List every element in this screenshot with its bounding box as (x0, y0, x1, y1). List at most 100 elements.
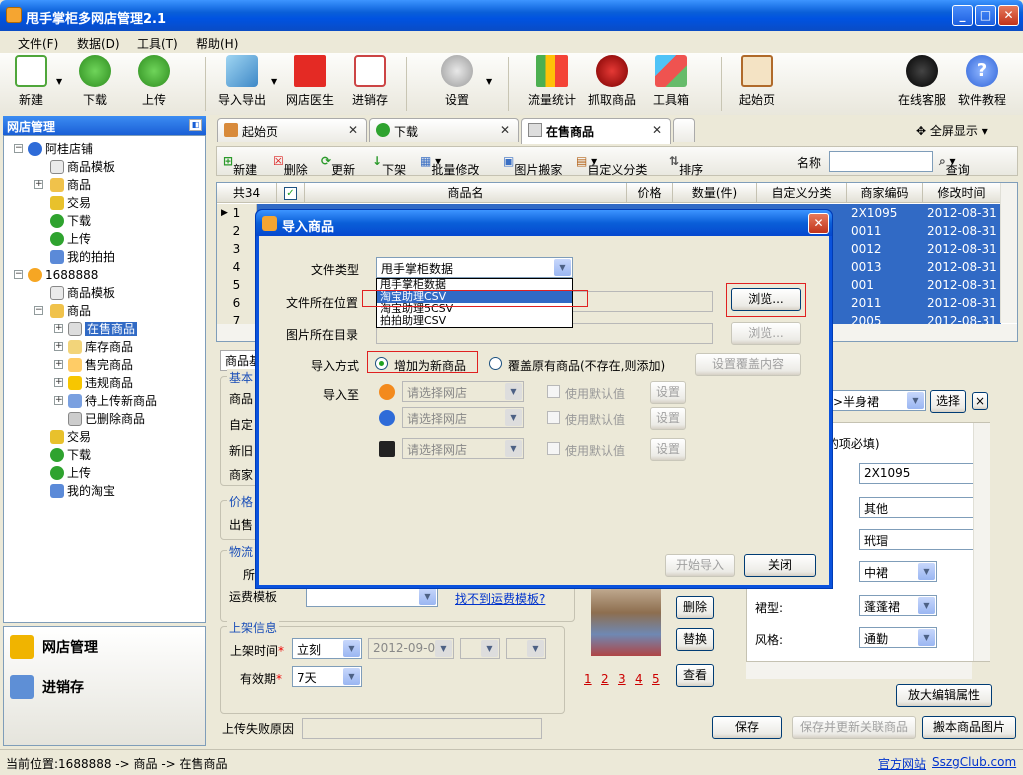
browse-image-dir-button[interactable]: 浏览... (731, 322, 801, 345)
dialog-close-icon[interactable]: ✕ (808, 213, 829, 234)
image-view-button[interactable]: 查看 (676, 664, 714, 687)
mode-add-label[interactable]: 增加为新商品 (394, 357, 466, 374)
tree-expander[interactable]: + (54, 396, 63, 405)
prop-skirt-type-select[interactable]: 蓬蓬裙 ▼ (859, 595, 937, 616)
find-template-link[interactable]: 找不到运费模板? (455, 590, 545, 607)
image-page-1[interactable]: 1 (584, 672, 592, 686)
listing-hour-select[interactable]: ▼ (460, 638, 500, 659)
traffic-stats-button[interactable]: 流量统计 (527, 55, 577, 108)
tree-node-products[interactable]: 商品 (50, 176, 91, 194)
settings-dropdown-arrow[interactable]: ▼ (486, 77, 492, 86)
product-image[interactable] (591, 584, 661, 656)
option-paipai-csv[interactable]: 拍拍助理CSV (377, 315, 572, 327)
grid-header-category[interactable]: 自定义分类 (757, 183, 847, 203)
new-product-button[interactable]: ⊞ 新建 (223, 154, 257, 177)
listing-minute-select[interactable]: ▼ (506, 638, 546, 659)
minimize-button[interactable]: _ (952, 5, 973, 26)
tree-expander[interactable]: + (54, 360, 63, 369)
overwrite-settings-button[interactable]: 设置覆盖内容 (695, 353, 801, 376)
mode-overwrite-radio[interactable] (489, 357, 502, 370)
collapse-pane-icon[interactable]: ◧ (189, 119, 202, 131)
inventory-button[interactable]: 进销存 (349, 55, 391, 108)
update-button[interactable]: ⟳ 更新 (321, 154, 355, 177)
close-tab-icon[interactable]: ✕ (652, 123, 662, 137)
grid-header-qty[interactable]: 数量(件) (673, 183, 757, 203)
delist-button[interactable]: ↓ 下架 (372, 154, 406, 177)
image-page-3[interactable]: 3 (618, 672, 626, 686)
set-button-3[interactable]: 设置 (650, 438, 686, 461)
image-move-button[interactable]: ▣ 图片搬家 (503, 154, 562, 177)
tree-node-upload[interactable]: 上传 (50, 230, 91, 248)
close-tab-icon[interactable]: ✕ (348, 123, 358, 137)
set-button-1[interactable]: 设置 (650, 381, 686, 404)
import-export-button[interactable]: 导入导出 (216, 55, 268, 108)
choose-category-button[interactable]: 选择 (930, 390, 966, 413)
valid-period-select[interactable]: 7天 ▼ (292, 666, 362, 687)
tree-expander[interactable]: − (14, 144, 23, 153)
save-update-related-button[interactable]: 保存并更新关联商品 (792, 716, 916, 739)
image-replace-button[interactable]: 替换 (676, 628, 714, 651)
close-tab-icon[interactable]: ✕ (500, 123, 510, 137)
target-shop-select-3[interactable]: 请选择网店 ▼ (402, 438, 524, 459)
image-page-5[interactable]: 5 (652, 672, 660, 686)
tree-expander[interactable]: + (54, 342, 63, 351)
tree-node-deleted[interactable]: 已删除商品 (68, 410, 145, 428)
batch-edit-button[interactable]: ▦ 批量修改 ▾ (420, 154, 479, 177)
image-page-2[interactable]: 2 (601, 672, 609, 686)
tree-node-inventory[interactable]: 库存商品 (68, 338, 133, 356)
tree-node-my-taobao[interactable]: 我的淘宝 (50, 482, 115, 500)
tab-start-page[interactable]: 起始页 ✕ (217, 118, 367, 142)
new-button[interactable]: 新建 (14, 55, 48, 108)
tree-node-sold-out[interactable]: 售完商品 (68, 356, 133, 374)
target-shop-select-2[interactable]: 请选择网店 ▼ (402, 407, 524, 428)
use-default-checkbox-2[interactable] (547, 411, 560, 424)
tree-node-shop-taobao[interactable]: 1688888 (28, 266, 98, 284)
grab-products-button[interactable]: 抓取商品 (587, 55, 637, 108)
settings-button[interactable]: 设置 (440, 55, 474, 108)
tree-node-products[interactable]: 商品 (50, 302, 91, 320)
upload-button[interactable]: 上传 (137, 55, 171, 108)
close-window-button[interactable]: ✕ (998, 5, 1019, 26)
prop-code-input[interactable]: 2X1095 (859, 463, 975, 484)
prop-other-input[interactable]: 其他 (859, 497, 975, 518)
tree-expander[interactable]: + (54, 324, 63, 333)
start-page-button[interactable]: 起始页 (738, 55, 776, 108)
tab-download[interactable]: 下载 ✕ (369, 118, 519, 142)
mode-add-radio[interactable] (375, 357, 388, 370)
fullscreen-button[interactable]: ✥ 全屏显示 ▾ (916, 122, 988, 139)
grid-vscroll[interactable] (1000, 183, 1017, 323)
tutorial-button[interactable]: ? 软件教程 (956, 55, 1008, 108)
tree-node-download[interactable]: 下载 (50, 212, 91, 230)
import-export-dropdown-arrow[interactable]: ▼ (271, 77, 277, 86)
grid-header-checkbox[interactable]: ✓ (277, 183, 305, 203)
shipping-template-select[interactable]: ▼ (306, 586, 438, 607)
grid-header-time[interactable]: 修改时间 (923, 183, 1001, 203)
mode-overwrite-label[interactable]: 覆盖原有商品(不存在,则添加) (508, 357, 665, 374)
save-button[interactable]: 保存 (712, 716, 782, 739)
menu-file[interactable]: 文件(F) (18, 35, 58, 52)
use-default-checkbox-3[interactable] (547, 442, 560, 455)
new-dropdown-arrow[interactable]: ▼ (56, 77, 62, 86)
tree-node-upload[interactable]: 上传 (50, 464, 91, 482)
download-button[interactable]: 下载 (78, 55, 112, 108)
listing-time-select[interactable]: 立刻 ▼ (292, 638, 362, 659)
tree-node-pending-upload[interactable]: 待上传新商品 (68, 392, 157, 410)
prop-length-select[interactable]: 中裙 ▼ (859, 561, 937, 582)
category-select[interactable]: >半身裙 ▼ (828, 390, 926, 411)
tree-node-templates[interactable]: 商品模板 (50, 284, 115, 302)
move-product-images-button[interactable]: 搬本商品图片 (922, 716, 1016, 739)
tree-node-trade[interactable]: 交易 (50, 194, 91, 212)
nav-shop-management[interactable]: 网店管理 (4, 629, 205, 667)
browse-file-button[interactable]: 浏览... (731, 288, 801, 311)
sort-button[interactable]: ⇅ 排序 (669, 154, 703, 177)
start-import-button[interactable]: 开始导入 (665, 554, 735, 577)
tree-node-my-paipai[interactable]: 我的拍拍 (50, 248, 115, 266)
tree-node-violations[interactable]: 违规商品 (68, 374, 133, 392)
tab-on-sale[interactable]: 在售商品 ✕ (521, 118, 671, 144)
target-shop-select-1[interactable]: 请选择网店 ▼ (402, 381, 524, 402)
image-page-4[interactable]: 4 (635, 672, 643, 686)
new-tab-button[interactable] (673, 118, 695, 142)
properties-hscroll[interactable] (746, 662, 972, 679)
shop-doctor-button[interactable]: 网店医生 (285, 55, 335, 108)
site-url-link[interactable]: SszgClub.com (932, 755, 1016, 769)
